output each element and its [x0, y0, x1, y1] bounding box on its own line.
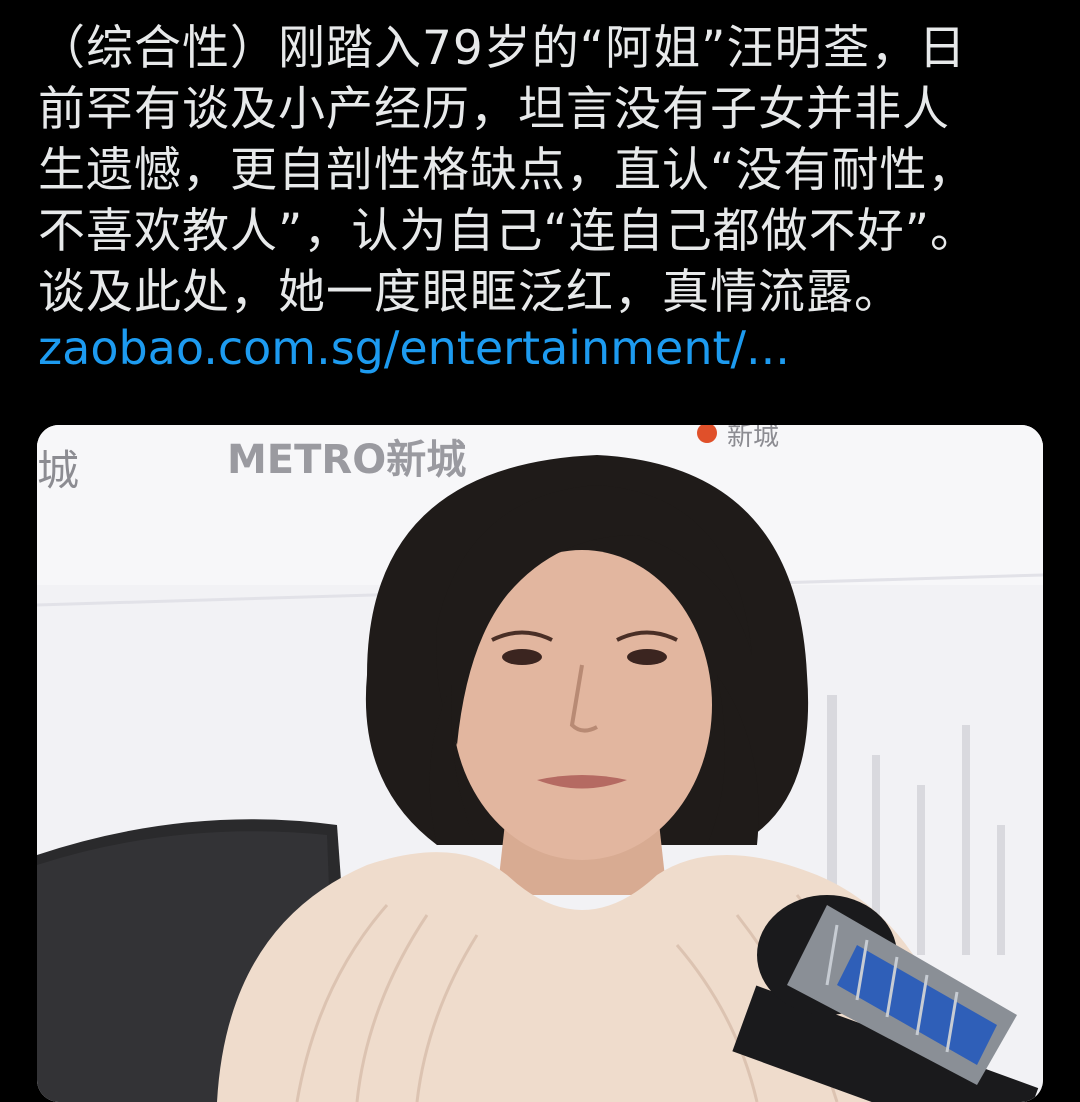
- post-text: （综合性）刚踏入79岁的“阿姐”汪明荃，日 前罕有谈及小产经历，坦言没有子女并非…: [38, 18, 1048, 323]
- post-text-line: 前罕有谈及小产经历，坦言没有子女并非人: [38, 82, 950, 137]
- backdrop-side-text: 城: [37, 446, 79, 495]
- post-text-line: （综合性）刚踏入79岁的“阿姐”汪明荃，日: [38, 21, 967, 76]
- post-text-line: 谈及此处，她一度眼眶泛红，真情流露。: [38, 265, 902, 320]
- post-image[interactable]: METRO新城 城 新城: [37, 425, 1043, 1102]
- backdrop-logo: METRO新城: [227, 437, 466, 483]
- photo-illustration: METRO新城 城 新城: [37, 425, 1043, 1102]
- post-text-line: 不喜欢教人”，认为自己“连自己都做不好”。: [38, 204, 979, 259]
- backdrop-top-right-text: 新城: [727, 425, 779, 452]
- post-text-line: 生遗憾，更自剖性格缺点，直认“没有耐性，: [38, 143, 976, 198]
- article-link[interactable]: zaobao.com.sg/entertainment/...: [38, 318, 790, 378]
